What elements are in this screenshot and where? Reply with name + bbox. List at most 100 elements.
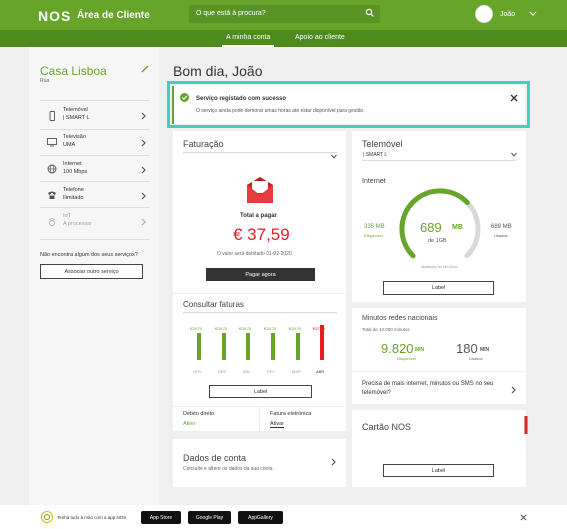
chevron-right-icon bbox=[141, 112, 146, 120]
iot-icon bbox=[48, 218, 56, 226]
total-amount: € 37,59 bbox=[233, 225, 290, 244]
invoice-month-label: NOV bbox=[193, 369, 202, 374]
divider bbox=[40, 181, 150, 182]
nav-bar bbox=[0, 30, 567, 47]
invoice-month-label: MAR bbox=[292, 369, 301, 374]
divider bbox=[183, 152, 337, 153]
divider bbox=[183, 312, 337, 313]
invoice-bar[interactable] bbox=[296, 333, 300, 360]
close-icon[interactable] bbox=[520, 514, 527, 521]
minutes-used-value: 180 bbox=[456, 341, 478, 356]
sidebar-item-sub: UMA bbox=[63, 142, 76, 148]
minutes-available-unit: MIN bbox=[415, 347, 425, 353]
sidebar-item-sub: | SMART L bbox=[63, 115, 90, 121]
divider bbox=[40, 100, 150, 101]
divider bbox=[40, 129, 150, 130]
mobile-title: Telemóvel bbox=[362, 139, 403, 149]
google-play-badge[interactable]: Google Play bbox=[188, 511, 231, 524]
chevron-right-icon bbox=[141, 218, 146, 226]
invoice-bar[interactable] bbox=[271, 333, 275, 360]
app-store-badge[interactable]: App Store bbox=[141, 511, 181, 524]
invoice-bar-label: €28,70 bbox=[190, 326, 203, 331]
used-data-label: Usados bbox=[494, 233, 508, 238]
username[interactable]: João bbox=[500, 11, 515, 18]
sidebar-item-label: Telemóvel bbox=[63, 107, 88, 113]
invoice-month-label: DEZ bbox=[218, 369, 226, 374]
footer-app-text: Tenha tudo à mão com a app NOS bbox=[57, 515, 127, 520]
invoice-bar[interactable] bbox=[222, 333, 226, 360]
invoice-bar-label: €28,70 bbox=[215, 326, 228, 331]
minutes-used-label: Usados bbox=[469, 356, 483, 361]
envelope-icon bbox=[247, 177, 273, 203]
minutes-available-label: Disponível bbox=[397, 356, 416, 361]
invoices-label-button[interactable]: Label bbox=[209, 385, 312, 398]
sidebar-item-sub: A processar bbox=[63, 221, 93, 227]
invoice-month-label: FEV bbox=[267, 369, 275, 374]
used-data-value: 689 MB bbox=[491, 224, 512, 230]
avatar[interactable] bbox=[475, 5, 493, 23]
search-icon[interactable] bbox=[365, 8, 375, 18]
sidebar-item-label: Internet bbox=[63, 161, 82, 167]
billing-title: Faturação bbox=[183, 139, 224, 149]
nos-card-label-button[interactable]: Label bbox=[383, 464, 494, 477]
chevron-down-icon[interactable] bbox=[331, 154, 337, 159]
pay-now-button[interactable]: Pagar agora bbox=[206, 268, 315, 281]
invoices-title: Consultar faturas bbox=[183, 300, 244, 309]
success-alert bbox=[172, 86, 525, 124]
available-data-label: Disponível bbox=[364, 233, 383, 238]
account-card[interactable] bbox=[173, 439, 346, 487]
chevron-down-icon[interactable] bbox=[511, 152, 517, 157]
home-title: Casa Lisboa bbox=[40, 64, 107, 78]
divider bbox=[362, 160, 516, 161]
e-invoice-title: Fatura eletrónica bbox=[270, 411, 312, 417]
invoice-bar-label: €28,70 bbox=[289, 326, 302, 331]
divider bbox=[40, 207, 150, 208]
chevron-right-icon bbox=[141, 166, 146, 174]
gauge-unit: MB bbox=[452, 224, 463, 231]
associate-service-button[interactable]: Associar outro serviço bbox=[40, 264, 143, 279]
divider bbox=[40, 239, 150, 240]
alert-text: O serviço ainda pode demorar umas horas … bbox=[196, 108, 365, 114]
divider bbox=[40, 155, 150, 156]
invoice-bar-label: €37,59 bbox=[313, 326, 326, 331]
gauge-value: 689 bbox=[420, 220, 442, 235]
minutes-available-value: 9.820 bbox=[381, 341, 414, 356]
close-icon[interactable] bbox=[510, 94, 518, 102]
search-placeholder: O que está à procura? bbox=[196, 10, 266, 17]
nos-app-icon bbox=[41, 511, 53, 523]
minutes-title: Minutos redes nacionais bbox=[362, 315, 438, 322]
minutes-used-unit: MIN bbox=[480, 347, 490, 353]
total-label: Total a pagar bbox=[240, 213, 277, 219]
chevron-right-icon bbox=[331, 458, 336, 466]
app-title: Área de Cliente bbox=[77, 10, 150, 21]
e-invoice-activate[interactable]: Ativar bbox=[270, 421, 285, 428]
invoice-bar-label: €28,70 bbox=[264, 326, 277, 331]
pencil-icon[interactable] bbox=[141, 65, 149, 73]
alert-title: Serviço registado com sucesso bbox=[196, 96, 287, 102]
tab-my-account[interactable]: A minha conta bbox=[226, 34, 270, 41]
sidebar-item-label: Televisão bbox=[63, 134, 86, 140]
direct-debit-value[interactable]: Ativo bbox=[183, 421, 195, 427]
more-offer-text: Precisa de mais internet, minutos ou SMS… bbox=[362, 381, 494, 396]
minutes-subtitle: Total de 10.000 minutos bbox=[362, 327, 410, 332]
nos-logo[interactable]: NOS bbox=[38, 8, 71, 24]
missing-services-question: Não encontra algum dos seus serviços? bbox=[40, 252, 138, 258]
invoice-bar[interactable] bbox=[246, 333, 250, 360]
direct-debit-title: Debito direto bbox=[183, 411, 215, 417]
gauge-updated: atualizado às 14h13min bbox=[421, 265, 458, 269]
invoice-bar[interactable] bbox=[197, 333, 201, 360]
invoice-month-label: ABR bbox=[316, 369, 325, 374]
tab-support[interactable]: Apoio ao cliente bbox=[295, 34, 345, 41]
tv-icon bbox=[47, 138, 57, 147]
globe-icon bbox=[47, 164, 57, 174]
active-tab-indicator bbox=[222, 45, 274, 47]
mobile-label-button[interactable]: Label bbox=[383, 281, 494, 295]
page-title: Bom dia, João bbox=[173, 63, 263, 79]
mobile-number: | SMART L bbox=[363, 152, 388, 158]
chevron-down-icon[interactable] bbox=[529, 9, 537, 17]
debit-note: O valor será debitado 01-02-2020 bbox=[217, 251, 292, 257]
sidebar-item-sub: 100 Mbps bbox=[63, 169, 88, 175]
account-subtitle: Consulte e altere os dados da sua conta bbox=[183, 466, 273, 472]
chevron-right-icon bbox=[141, 139, 146, 147]
appgallery-badge[interactable]: AppGallery bbox=[238, 511, 283, 524]
